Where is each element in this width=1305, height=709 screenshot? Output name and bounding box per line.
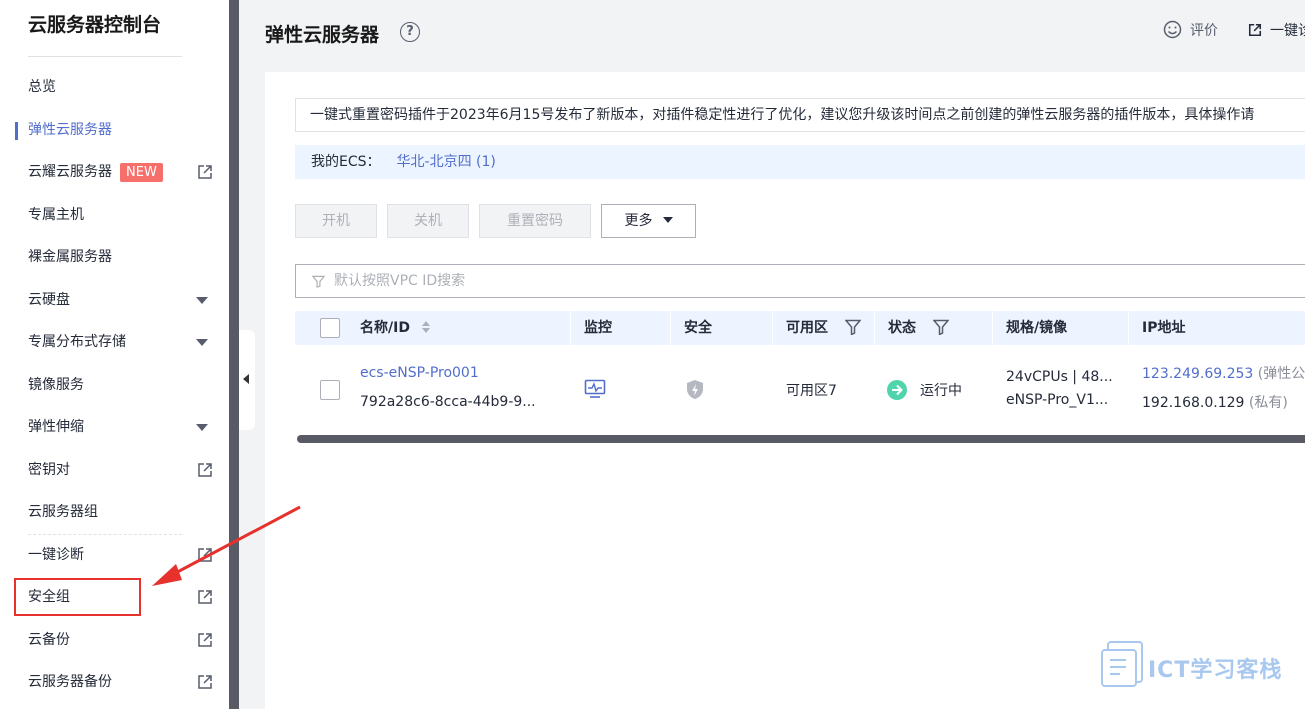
public-ip: 123.249.69.253 (弹性公 — [1142, 363, 1305, 383]
col-monitor: 监控 — [584, 320, 612, 336]
stop-button[interactable]: 关机 — [387, 204, 469, 238]
row-checkbox[interactable] — [320, 380, 340, 400]
external-link-icon — [198, 590, 212, 604]
filter-icon[interactable] — [932, 319, 950, 336]
sidebar-item-label: 云耀云服务器 — [28, 164, 112, 180]
new-badge: NEW — [120, 162, 163, 182]
sidebar-item-as[interactable]: 弹性伸缩 — [28, 415, 218, 439]
sidebar-title: 云服务器控制台 — [28, 14, 162, 36]
image-name: eNSP-Pro_V1... — [1006, 392, 1109, 408]
sidebar-item-evs[interactable]: 云硬盘 — [28, 288, 218, 312]
col-status[interactable]: 状态 — [888, 311, 950, 345]
sidebar-item-dss[interactable]: 专属分布式存储 — [28, 330, 218, 354]
help-icon[interactable]: ? — [400, 22, 420, 42]
search-input[interactable]: 默认按照VPC ID搜索 — [295, 264, 1305, 298]
sidebar-divider — [28, 56, 182, 57]
region-label: 我的ECS： — [311, 154, 381, 170]
region-link[interactable]: 华北-北京四 (1) — [397, 154, 496, 170]
more-dropdown[interactable]: 更多 — [601, 204, 696, 238]
page-title: 弹性云服务器 — [265, 24, 380, 46]
table-horizontal-scrollbar[interactable] — [297, 435, 1305, 443]
column-divider — [670, 311, 671, 345]
column-divider — [772, 311, 773, 345]
sidebar: 云服务器控制台 总览 弹性云服务器 云耀云服务器 NEW 专属主机 裸金属服务器 … — [0, 0, 229, 709]
private-ip: 192.168.0.129 (私有) — [1142, 392, 1288, 412]
region-bar: 我的ECS： 华北-北京四 (1) — [295, 145, 1305, 179]
reset-password-button[interactable]: 重置密码 — [479, 204, 591, 238]
external-link-icon — [198, 633, 212, 647]
watermark-logo-icon — [1101, 641, 1143, 687]
private-ip-note: (私有) — [1248, 395, 1288, 411]
col-spec: 规格/镜像 — [1006, 320, 1068, 336]
column-divider — [1128, 311, 1129, 345]
external-link-icon — [198, 463, 212, 477]
sidebar-item-bms[interactable]: 裸金属服务器 — [28, 245, 218, 269]
public-ip-note: (弹性公 — [1257, 366, 1305, 382]
col-name[interactable]: 名称/ID — [360, 311, 431, 345]
chevron-down-icon[interactable] — [196, 297, 208, 304]
column-divider — [874, 311, 875, 345]
external-link-icon — [198, 675, 212, 689]
running-status-icon — [887, 380, 907, 400]
rate-label: 评价 — [1190, 23, 1218, 39]
onekey-label: 一键诊 — [1270, 23, 1305, 39]
chevron-left-icon — [243, 374, 249, 384]
monitor-icon[interactable] — [584, 379, 606, 399]
col-ip: IP地址 — [1142, 320, 1186, 336]
external-link-icon — [1248, 23, 1262, 37]
chevron-down-icon — [662, 217, 673, 223]
chevron-down-icon[interactable] — [196, 424, 208, 431]
private-ip-value: 192.168.0.129 — [1142, 395, 1245, 411]
sidebar-item-server-backup[interactable]: 云服务器备份 — [28, 670, 218, 694]
sort-icon[interactable] — [421, 320, 431, 334]
start-button[interactable]: 开机 — [295, 204, 377, 238]
onekey-diagnosis-link[interactable]: 一键诊 — [1248, 20, 1305, 40]
table-header: 名称/ID 监控 安全 可用区 状态 规格/镜像 IP地址 — [295, 311, 1305, 345]
filter-icon — [312, 275, 325, 288]
sidebar-item-dedicated-host[interactable]: 专属主机 — [28, 203, 218, 227]
public-ip-value[interactable]: 123.249.69.253 — [1142, 366, 1253, 382]
highlight-box — [14, 578, 141, 616]
notice-banner: 一键式重置密码插件于2023年6月15号发布了新版本，对插件稳定性进行了优化，建… — [295, 98, 1305, 132]
external-link-icon — [198, 548, 212, 562]
availability-zone: 可用区7 — [786, 383, 837, 399]
sidebar-item-keypair[interactable]: 密钥对 — [28, 458, 218, 482]
filter-icon[interactable] — [844, 319, 862, 336]
sidebar-scrollbar[interactable] — [229, 0, 239, 709]
watermark-text: ICT学习客栈 — [1148, 658, 1283, 683]
chevron-down-icon[interactable] — [196, 339, 208, 346]
sidebar-item-flexus[interactable]: 云耀云服务器 NEW — [28, 160, 218, 184]
instance-id: 792a28c6-8cca-44b9-9... — [360, 394, 536, 410]
more-label: 更多 — [624, 213, 653, 229]
sidebar-divider-dashed — [28, 534, 182, 535]
col-security: 安全 — [684, 320, 712, 336]
status-text: 运行中 — [920, 383, 962, 399]
col-az[interactable]: 可用区 — [786, 311, 862, 345]
sidebar-collapse-button[interactable] — [239, 330, 255, 430]
sidebar-item-server-group[interactable]: 云服务器组 — [28, 500, 218, 524]
shield-icon[interactable] — [685, 379, 705, 400]
sidebar-item-ims[interactable]: 镜像服务 — [28, 373, 218, 397]
rate-button[interactable]: 评价 — [1163, 20, 1218, 40]
active-indicator — [15, 122, 18, 140]
select-all-checkbox[interactable] — [320, 318, 340, 338]
column-divider — [992, 311, 993, 345]
sidebar-item-ecs[interactable]: 弹性云服务器 — [28, 118, 218, 142]
sidebar-item-diagnosis[interactable]: 一键诊断 — [28, 543, 218, 567]
flavor-spec: 24vCPUs | 48... — [1006, 369, 1113, 385]
sidebar-item-cbr[interactable]: 云备份 — [28, 628, 218, 652]
search-placeholder: 默认按照VPC ID搜索 — [334, 273, 466, 289]
smile-icon — [1163, 20, 1182, 39]
external-link-icon — [198, 165, 212, 179]
sidebar-item-overview[interactable]: 总览 — [28, 75, 218, 99]
column-divider — [570, 311, 571, 345]
instance-name-link[interactable]: ecs-eNSP-Pro001 — [360, 365, 479, 381]
